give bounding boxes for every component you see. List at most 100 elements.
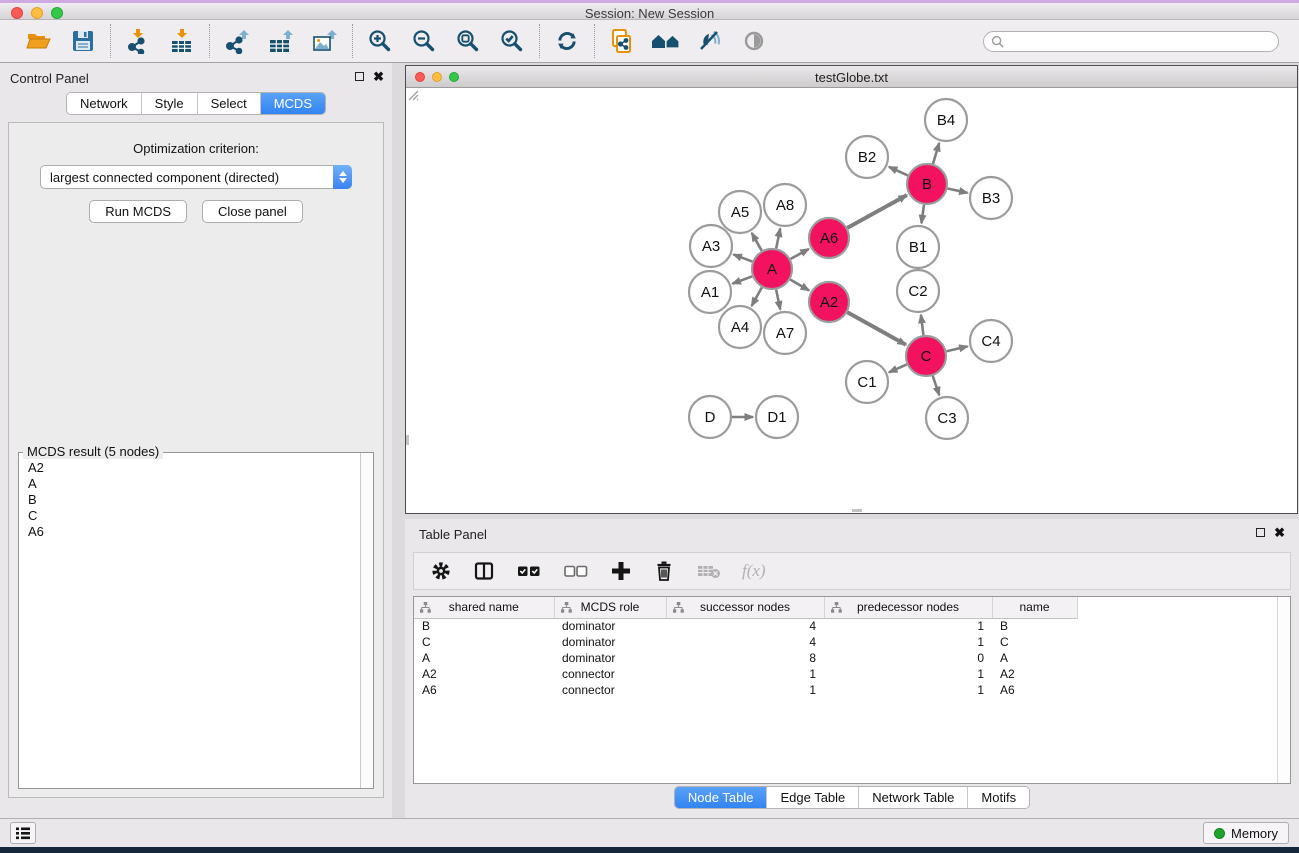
graph-edge-C-C1[interactable] bbox=[889, 364, 907, 372]
optimization-criterion-dropdown[interactable]: largest connected component (directed) bbox=[40, 165, 352, 189]
table-cell[interactable]: C bbox=[992, 634, 1077, 650]
table-cell[interactable]: 0 bbox=[824, 650, 992, 666]
result-scrollbar[interactable] bbox=[360, 453, 373, 788]
table-cell[interactable]: 4 bbox=[666, 634, 824, 650]
column-header-name[interactable]: name bbox=[992, 597, 1077, 618]
table-cell[interactable]: connector bbox=[554, 666, 666, 682]
table-cell[interactable]: A6 bbox=[414, 682, 554, 698]
table-row[interactable]: Bdominator41B bbox=[414, 618, 1077, 634]
graph-edge-A6-B[interactable] bbox=[847, 195, 906, 228]
table-cell[interactable]: 1 bbox=[824, 682, 992, 698]
memory-button[interactable]: Memory bbox=[1203, 822, 1289, 844]
table-cell[interactable]: 1 bbox=[824, 634, 992, 650]
zoom-fit-button[interactable] bbox=[452, 25, 484, 57]
table-cell[interactable]: B bbox=[414, 618, 554, 634]
graph-node-C4[interactable]: C4 bbox=[970, 320, 1012, 362]
node-table[interactable]: shared nameMCDS rolesuccessor nodesprede… bbox=[414, 597, 1078, 698]
tab-node-table[interactable]: Node Table bbox=[675, 787, 767, 808]
table-row[interactable]: Cdominator41C bbox=[414, 634, 1077, 650]
tab-mcds[interactable]: MCDS bbox=[260, 93, 325, 114]
show-columns-button[interactable] bbox=[472, 559, 496, 583]
table-scrollbar[interactable] bbox=[1277, 597, 1290, 783]
graph-node-A7[interactable]: A7 bbox=[764, 312, 806, 354]
graph-edge-C-C3[interactable] bbox=[933, 376, 940, 395]
graph-node-A5[interactable]: A5 bbox=[719, 191, 761, 233]
graph-node-A3[interactable]: A3 bbox=[690, 225, 732, 267]
table-cell[interactable]: 1 bbox=[824, 666, 992, 682]
birds-eye-view-button[interactable] bbox=[650, 25, 682, 57]
close-table-panel-icon[interactable]: ✖ bbox=[1274, 527, 1285, 538]
table-cell[interactable]: 8 bbox=[666, 650, 824, 666]
save-session-button[interactable] bbox=[67, 25, 99, 57]
export-network-button[interactable] bbox=[221, 25, 253, 57]
column-header-shared-name[interactable]: shared name bbox=[414, 597, 554, 618]
graph-node-A2[interactable]: A2 bbox=[809, 282, 849, 322]
table-cell[interactable]: 1 bbox=[666, 682, 824, 698]
table-cell[interactable]: 1 bbox=[824, 618, 992, 634]
column-header-MCDS-role[interactable]: MCDS role bbox=[554, 597, 666, 618]
table-cell[interactable]: A2 bbox=[414, 666, 554, 682]
task-history-button[interactable] bbox=[10, 822, 36, 844]
table-cell[interactable]: A2 bbox=[992, 666, 1077, 682]
table-settings-button[interactable] bbox=[429, 559, 453, 583]
graph-node-A[interactable]: A bbox=[752, 249, 792, 289]
graph-edge-C-C2[interactable] bbox=[921, 315, 924, 335]
import-table-button[interactable] bbox=[166, 25, 198, 57]
graph-node-B2[interactable]: B2 bbox=[846, 136, 888, 178]
network-snapshot-button[interactable] bbox=[606, 25, 638, 57]
graph-edge-B-B3[interactable] bbox=[948, 188, 968, 192]
zoom-selected-button[interactable] bbox=[496, 25, 528, 57]
float-panel-icon[interactable] bbox=[355, 72, 364, 81]
graph-node-A4[interactable]: A4 bbox=[719, 306, 761, 348]
graph-node-C[interactable]: C bbox=[906, 336, 946, 376]
graph-edge-A-A2[interactable] bbox=[790, 280, 809, 291]
graph-node-D[interactable]: D bbox=[689, 396, 731, 438]
network-canvas[interactable]: AA1A2A3A4A5A6A7A8BB1B2B3B4CC1C2C3C4DD1 bbox=[406, 88, 1297, 512]
graph-node-B4[interactable]: B4 bbox=[925, 99, 967, 141]
import-network-button[interactable] bbox=[122, 25, 154, 57]
table-cell[interactable]: A6 bbox=[992, 682, 1077, 698]
graph-edge-A-A1[interactable] bbox=[733, 276, 753, 283]
graph-node-C2[interactable]: C2 bbox=[897, 270, 939, 312]
tab-network[interactable]: Network bbox=[67, 93, 141, 114]
mcds-result-item[interactable]: A6 bbox=[28, 524, 364, 540]
mcds-result-item[interactable]: B bbox=[28, 492, 364, 508]
table-cell[interactable]: A bbox=[992, 650, 1077, 666]
deselect-all-button[interactable] bbox=[562, 559, 590, 583]
delete-table-button[interactable] bbox=[695, 559, 723, 583]
table-cell[interactable]: connector bbox=[554, 682, 666, 698]
zoom-in-button[interactable] bbox=[364, 25, 396, 57]
table-row[interactable]: A6connector11A6 bbox=[414, 682, 1077, 698]
tab-network-table[interactable]: Network Table bbox=[858, 787, 967, 808]
export-table-button[interactable] bbox=[265, 25, 297, 57]
table-cell[interactable]: C bbox=[414, 634, 554, 650]
search-box[interactable] bbox=[983, 31, 1279, 52]
hide-graphics-details-button[interactable] bbox=[694, 25, 726, 57]
network-graph[interactable]: AA1A2A3A4A5A6A7A8BB1B2B3B4CC1C2C3C4DD1 bbox=[406, 88, 1297, 512]
tab-select[interactable]: Select bbox=[197, 93, 260, 114]
graph-node-A1[interactable]: A1 bbox=[689, 271, 731, 313]
mcds-result-item[interactable]: A2 bbox=[28, 460, 364, 476]
table-row[interactable]: Adominator80A bbox=[414, 650, 1077, 666]
table-row[interactable]: A2connector11A2 bbox=[414, 666, 1077, 682]
close-panel-button[interactable]: Close panel bbox=[202, 200, 303, 223]
delete-row-button[interactable] bbox=[652, 559, 676, 583]
resize-grip-left[interactable] bbox=[406, 435, 409, 445]
mcds-result-item[interactable]: C bbox=[28, 508, 364, 524]
graph-edge-A-A5[interactable] bbox=[752, 233, 762, 251]
tab-motifs[interactable]: Motifs bbox=[967, 787, 1029, 808]
resize-grip-bottom[interactable] bbox=[852, 509, 862, 512]
graph-edge-A2-C[interactable] bbox=[847, 312, 906, 345]
graph-node-A6[interactable]: A6 bbox=[809, 218, 849, 258]
function-builder-button[interactable]: f(x) bbox=[742, 561, 766, 581]
graph-edge-A-A6[interactable] bbox=[790, 249, 808, 259]
graph-edge-B-B4[interactable] bbox=[933, 143, 939, 164]
graph-node-B1[interactable]: B1 bbox=[897, 226, 939, 268]
table-cell[interactable]: 4 bbox=[666, 618, 824, 634]
table-cell[interactable]: 1 bbox=[666, 666, 824, 682]
close-panel-icon[interactable]: ✖ bbox=[373, 71, 384, 82]
graph-node-C1[interactable]: C1 bbox=[846, 361, 888, 403]
graph-node-D1[interactable]: D1 bbox=[756, 396, 798, 438]
refresh-button[interactable] bbox=[551, 25, 583, 57]
search-input[interactable] bbox=[1009, 34, 1271, 48]
